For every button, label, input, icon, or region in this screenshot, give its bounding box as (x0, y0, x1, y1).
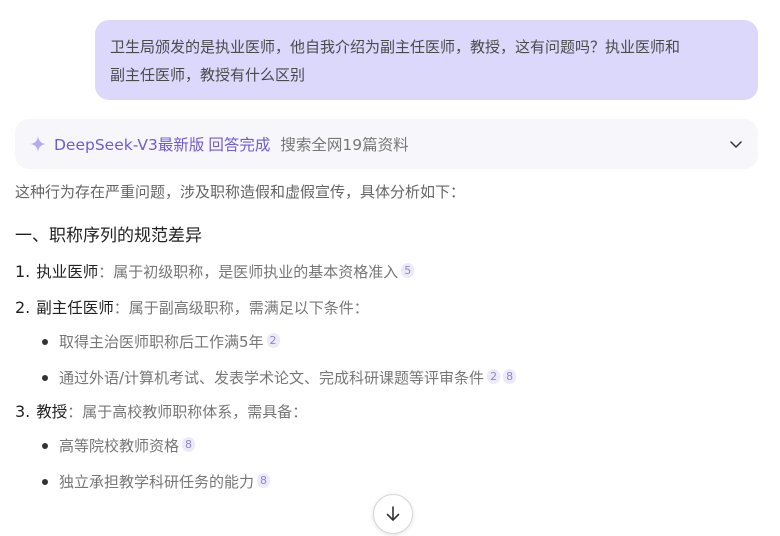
list-item: 2. 副主任医师：属于副高级职称，需满足以下条件： (15, 297, 369, 319)
item-number: 2. (15, 298, 31, 317)
chevron-down-icon[interactable] (728, 136, 744, 152)
bullet-icon (42, 338, 48, 345)
sub-list-item: 独立承担教学科研任务的能力 8 (42, 471, 271, 493)
item-term: 执业医师 (36, 263, 99, 281)
sub-item-text: 通过外语/计算机考试、发表学术论文、完成科研课题等评审条件 (59, 369, 485, 387)
item-description: ：属于副高级职称，需满足以下条件： (113, 299, 369, 317)
item-number: 3. (15, 402, 31, 421)
citation-badge[interactable]: 8 (257, 473, 271, 488)
bullet-icon (42, 478, 48, 485)
item-description: ：属于高校教师职称体系，需具备： (67, 403, 308, 421)
item-number: 1. (15, 262, 31, 281)
scroll-to-bottom-button[interactable] (373, 494, 413, 534)
bullet-icon (42, 374, 48, 381)
item-term: 副主任医师 (36, 299, 114, 317)
sub-item-text: 取得主治医师职称后工作满5年 (59, 333, 264, 351)
citation-badge[interactable]: 8 (503, 369, 517, 384)
sub-list-item: 高等院校教师资格 8 (42, 435, 196, 457)
sub-list-item: 取得主治医师职称后工作满5年 2 (42, 331, 280, 353)
bullet-icon (42, 442, 48, 449)
sub-item-text: 独立承担教学科研任务的能力 (59, 473, 255, 491)
model-name: DeepSeek-V3最新版 (54, 136, 205, 154)
list-item: 3. 教授：属于高校教师职称体系，需具备： (15, 401, 307, 423)
sub-list-item: 通过外语/计算机考试、发表学术论文、完成科研课题等评审条件 2 8 (42, 367, 517, 389)
sub-item-text: 高等院校教师资格 (59, 437, 180, 455)
search-sources-count: 搜索全网19篇资料 (280, 136, 409, 154)
answer-intro: 这种行为存在严重问题，涉及职称造假和虚假宣传，具体分析如下： (15, 183, 466, 201)
answer-state: 回答完成 (208, 136, 271, 154)
citation-badge[interactable]: 2 (266, 333, 280, 348)
citation-badge[interactable]: 2 (487, 369, 501, 384)
item-description: ：属于初级职称，是医师执业的基本资格准入 (98, 263, 399, 281)
section-heading: 一、职称序列的规范差异 (15, 226, 202, 246)
sparkle-icon (30, 136, 46, 152)
user-message-bubble: 卫生局颁发的是执业医师，他自我介绍为副主任医师，教授，这有问题吗？执业医师和 副… (95, 20, 758, 100)
citation-badge[interactable]: 5 (401, 263, 415, 278)
item-term: 教授 (36, 403, 68, 421)
citation-badge[interactable]: 8 (182, 437, 196, 452)
answer-status-bar[interactable]: DeepSeek-V3最新版 回答完成 搜索全网19篇资料 (15, 119, 758, 169)
user-message-line-2: 副主任医师，教授有什么区别 (110, 66, 306, 84)
user-message-line-1: 卫生局颁发的是执业医师，他自我介绍为副主任医师，教授，这有问题吗？执业医师和 (110, 38, 681, 56)
chat-page: 卫生局颁发的是执业医师，他自我介绍为副主任医师，教授，这有问题吗？执业医师和 副… (0, 0, 780, 536)
arrow-down-icon (386, 506, 400, 521)
list-item: 1. 执业医师：属于初级职称，是医师执业的基本资格准入 5 (15, 261, 415, 283)
